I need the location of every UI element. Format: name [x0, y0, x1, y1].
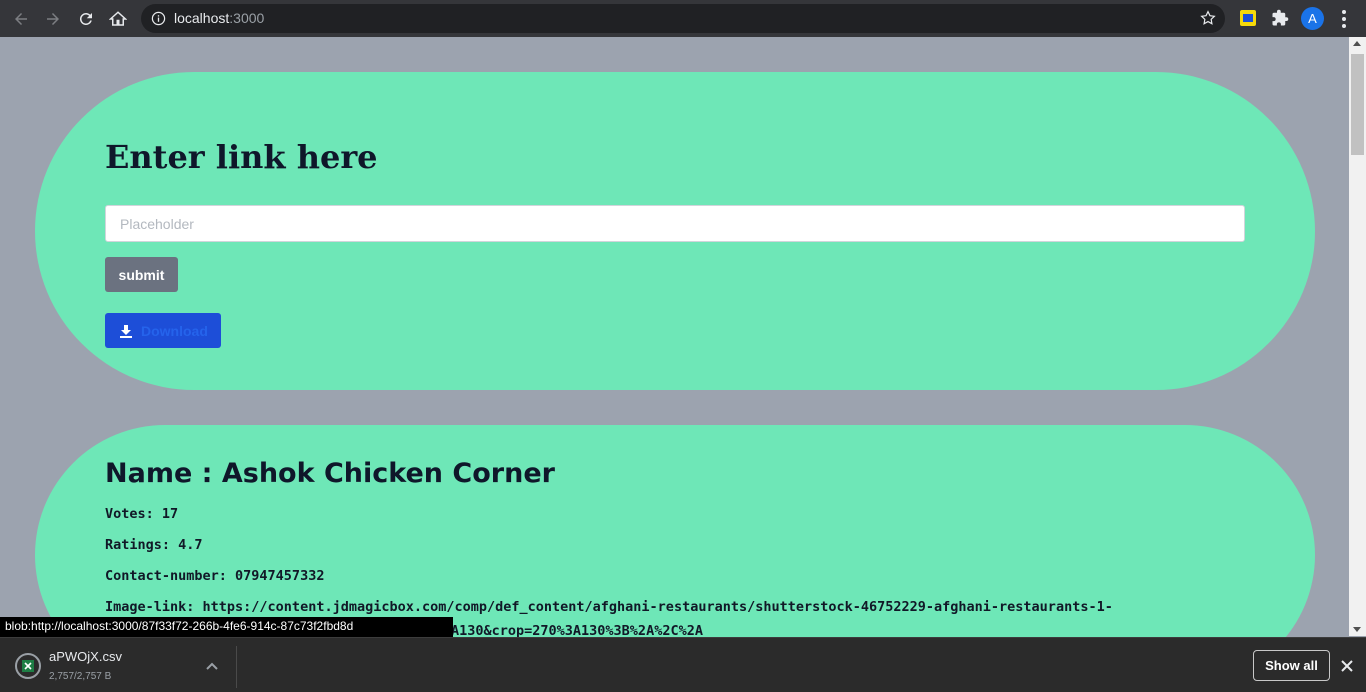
scroll-down-arrow-icon[interactable]	[1353, 627, 1361, 632]
scroll-up-arrow-icon[interactable]	[1353, 41, 1361, 46]
home-icon[interactable]	[106, 7, 130, 31]
browser-toolbar: localhost:3000 A	[0, 0, 1366, 37]
download-icon	[120, 324, 132, 338]
download-label: Download	[141, 322, 208, 339]
forward-icon[interactable]	[41, 7, 65, 31]
shelf-divider	[236, 646, 237, 688]
show-all-button[interactable]: Show all	[1253, 650, 1330, 681]
url-text: localhost:3000	[174, 10, 265, 26]
scroll-thumb[interactable]	[1351, 54, 1364, 155]
form-title: Enter link here	[105, 138, 378, 176]
more-menu-icon[interactable]	[1336, 9, 1352, 29]
bookmark-star-icon[interactable]	[1199, 9, 1217, 27]
back-icon[interactable]	[9, 7, 33, 31]
submit-button[interactable]: submit	[105, 257, 178, 292]
reload-icon[interactable]	[74, 7, 98, 31]
download-shelf: aPWOjX.csv 2,757/2,757 B Show all	[0, 637, 1366, 692]
image-link-text: Image-link: https://content.jdmagicbox.c…	[105, 599, 1113, 615]
download-file-size: 2,757/2,757 B	[49, 671, 112, 682]
votes-text: Votes: 17	[105, 506, 179, 522]
link-input[interactable]	[105, 205, 1245, 242]
page-scrollbar[interactable]	[1349, 37, 1366, 636]
download-file-name[interactable]: aPWOjX.csv	[49, 649, 122, 664]
info-icon[interactable]	[151, 11, 166, 26]
csv-file-icon[interactable]	[15, 653, 41, 679]
contact-text: Contact-number: 07947457332	[105, 568, 325, 584]
link-form-card: Enter link here submit Download	[35, 72, 1315, 390]
address-bar[interactable]: localhost:3000	[141, 4, 1225, 33]
extension-badge-icon[interactable]	[1239, 9, 1257, 27]
ratings-text: Ratings: 4.7	[105, 537, 203, 553]
close-icon[interactable]	[1340, 659, 1354, 673]
link-status-bubble: blob:http://localhost:3000/87f33f72-266b…	[0, 617, 453, 637]
profile-avatar[interactable]: A	[1301, 7, 1324, 30]
chevron-up-icon[interactable]	[205, 660, 219, 672]
download-button[interactable]: Download	[105, 313, 221, 348]
restaurant-name: Name : Ashok Chicken Corner	[105, 458, 555, 489]
extensions-puzzle-icon[interactable]	[1271, 9, 1289, 27]
